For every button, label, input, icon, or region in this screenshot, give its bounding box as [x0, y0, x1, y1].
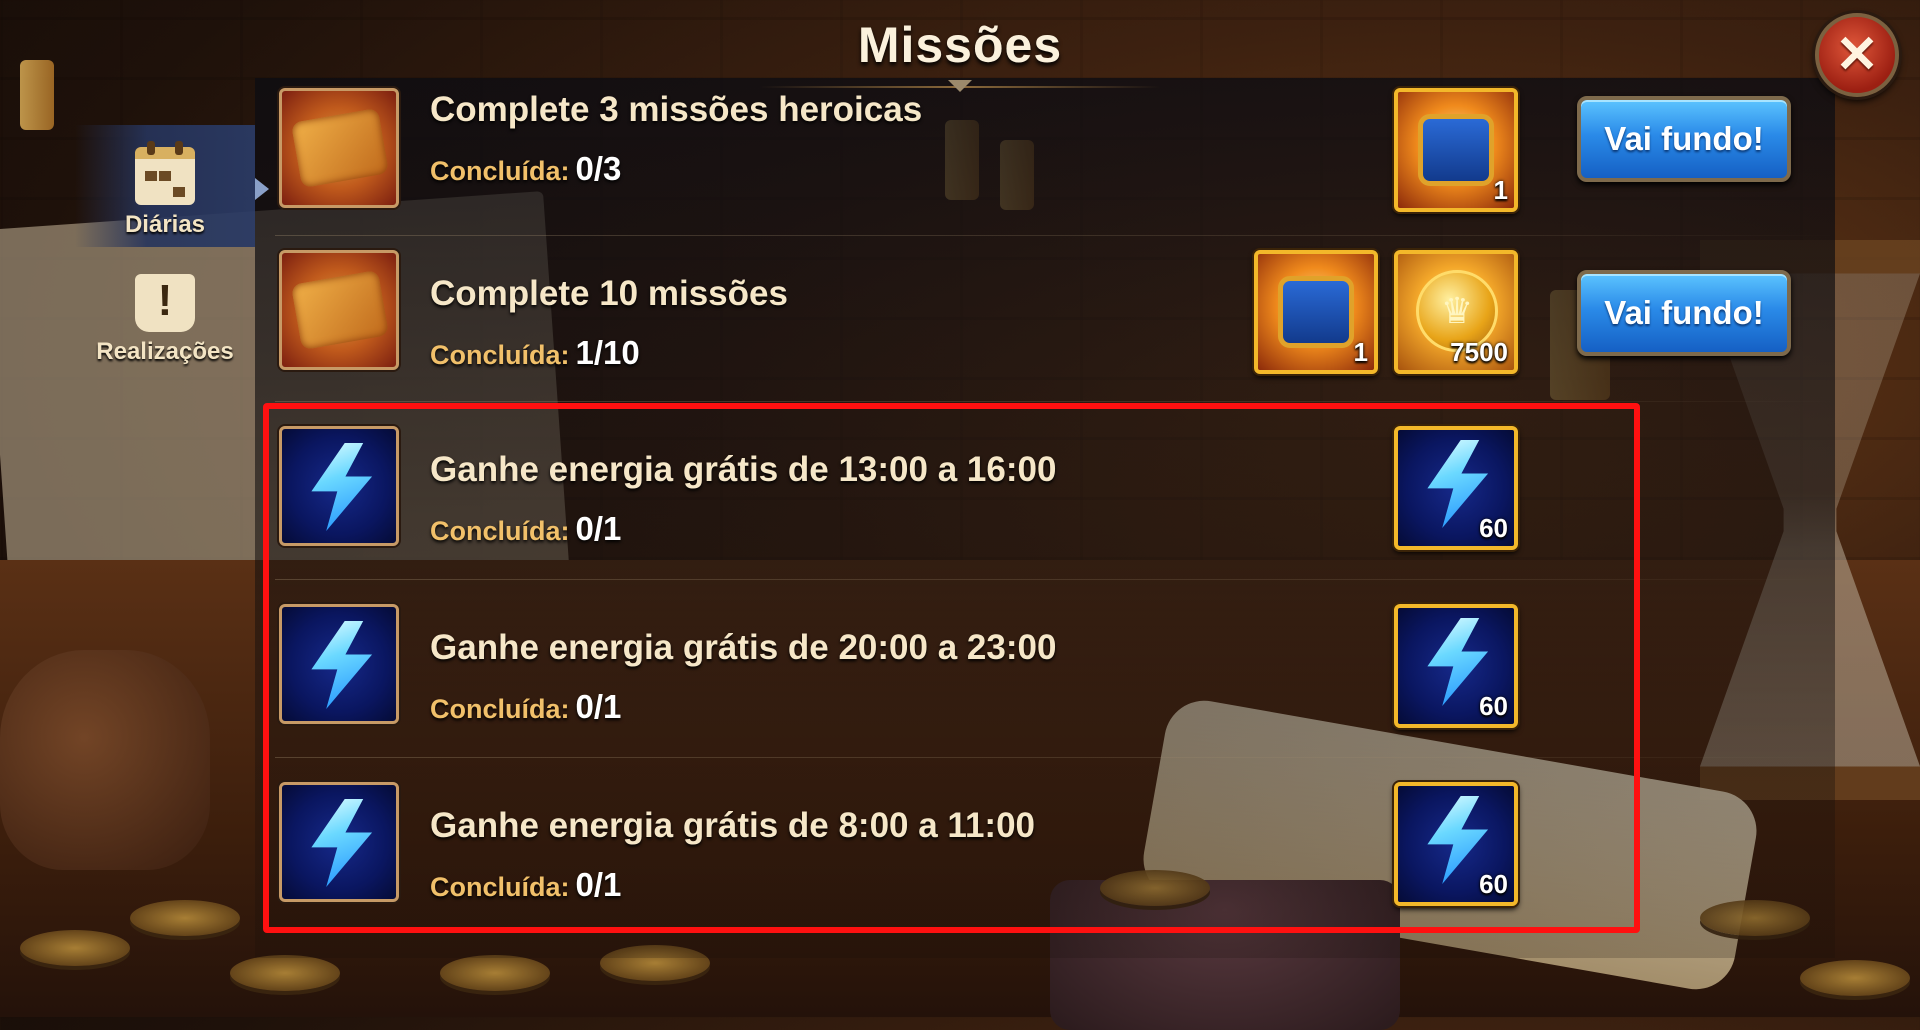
highlight-box	[263, 403, 1640, 933]
chest-icon	[1278, 276, 1354, 348]
progress-value: 0/3	[575, 150, 622, 187]
mission-progress: Concluída: 1/10	[430, 334, 640, 372]
background-coin	[130, 900, 240, 936]
scroll-icon	[279, 88, 399, 208]
reward-chest[interactable]: 1	[1394, 88, 1518, 212]
reward-gold[interactable]: ♛ 7500	[1394, 250, 1518, 374]
reward-chest[interactable]: 1	[1254, 250, 1378, 374]
tab-label: Realizações	[96, 338, 234, 365]
tab-realizacoes[interactable]: ! Realizações	[75, 252, 255, 374]
mission-row: Complete 10 missões Concluída: 1/10 1 ♛ 7…	[275, 224, 1835, 402]
go-button[interactable]: Vai fundo!	[1577, 270, 1791, 356]
tab-label: Diárias	[124, 211, 206, 238]
mission-title: Complete 3 missões heroicas	[430, 90, 923, 129]
reward-quantity: 1	[1493, 175, 1508, 205]
background-coin	[20, 930, 130, 966]
scroll-icon	[279, 250, 399, 370]
background-coin	[230, 955, 340, 991]
close-icon: ✕	[1835, 26, 1879, 84]
mission-progress: Concluída: 0/3	[430, 150, 621, 188]
tab-diarias[interactable]: Diárias	[75, 125, 255, 247]
reward-quantity: 1	[1353, 337, 1368, 367]
progress-value: 1/10	[575, 334, 640, 371]
chest-icon	[1418, 114, 1494, 186]
mission-title: Complete 10 missões	[430, 274, 788, 313]
progress-label: Concluída:	[430, 340, 570, 370]
background-coin	[1800, 960, 1910, 996]
scroll-exclamation-icon: !	[135, 274, 195, 332]
mission-row: Complete 3 missões heroicas Concluída: 0/…	[275, 58, 1835, 236]
calendar-icon	[135, 141, 195, 205]
reward-quantity: 7500	[1450, 337, 1508, 367]
progress-label: Concluída:	[430, 156, 570, 186]
background-coin	[440, 955, 550, 991]
go-button[interactable]: Vai fundo!	[1577, 96, 1791, 182]
background-pot	[0, 650, 210, 870]
